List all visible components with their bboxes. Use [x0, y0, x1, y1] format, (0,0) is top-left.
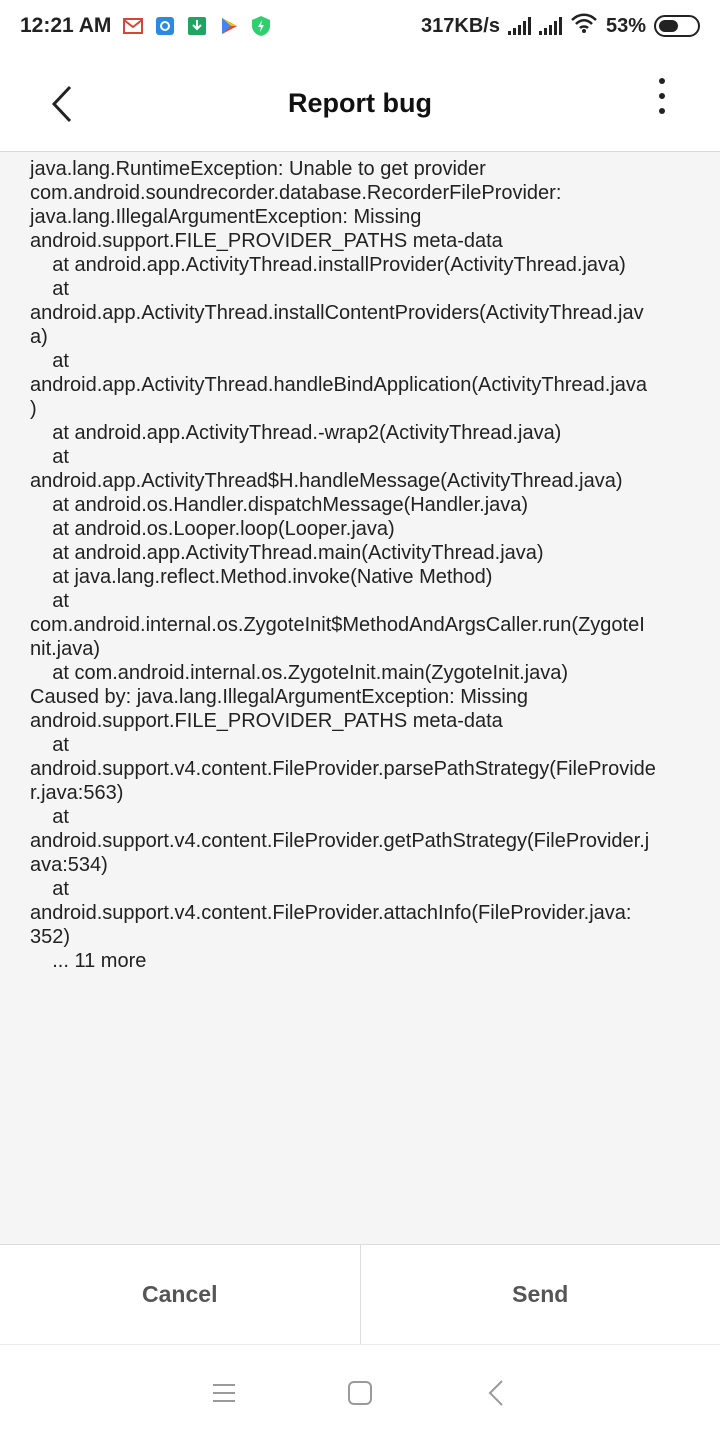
nav-menu-button[interactable]: [156, 1363, 292, 1423]
signal-icon-2: [538, 17, 562, 35]
app-store-icon: [155, 16, 175, 36]
download-icon: [187, 16, 207, 36]
cancel-button[interactable]: Cancel: [0, 1245, 360, 1344]
battery-percent: 53%: [605, 14, 646, 37]
page-title: Report bug: [288, 88, 432, 118]
status-left: 12:21 AM: [20, 14, 271, 38]
more-options-button[interactable]: [648, 74, 676, 118]
more-dot: [659, 108, 665, 114]
status-time: 12:21 AM: [20, 14, 112, 37]
stack-trace-text: java.lang.RuntimeException: Unable to ge…: [30, 158, 656, 972]
more-dot: [659, 93, 665, 99]
shield-icon: [251, 16, 271, 36]
status-bar: 12:21 AM 317KB/s 53%: [0, 0, 720, 52]
gmail-icon: [123, 16, 144, 36]
home-icon: [348, 1380, 372, 1405]
send-button[interactable]: Send: [361, 1245, 720, 1344]
wifi-icon: [570, 12, 598, 40]
status-right: 317KB/s 53%: [421, 12, 700, 40]
nav-back-button[interactable]: [428, 1363, 564, 1423]
back-icon: [488, 1379, 503, 1406]
navigation-bar: [0, 1344, 720, 1440]
play-store-icon: [219, 16, 239, 36]
battery-icon: [654, 15, 700, 37]
network-speed: 317KB/s: [421, 14, 500, 37]
nav-home-button[interactable]: [292, 1363, 428, 1423]
bug-report-log[interactable]: java.lang.RuntimeException: Unable to ge…: [0, 153, 720, 1243]
signal-icon: [507, 17, 531, 35]
menu-icon: [213, 1383, 235, 1402]
action-button-bar: Cancel Send: [0, 1244, 720, 1344]
more-dot: [659, 78, 665, 84]
title-bar: Report bug: [0, 52, 720, 152]
